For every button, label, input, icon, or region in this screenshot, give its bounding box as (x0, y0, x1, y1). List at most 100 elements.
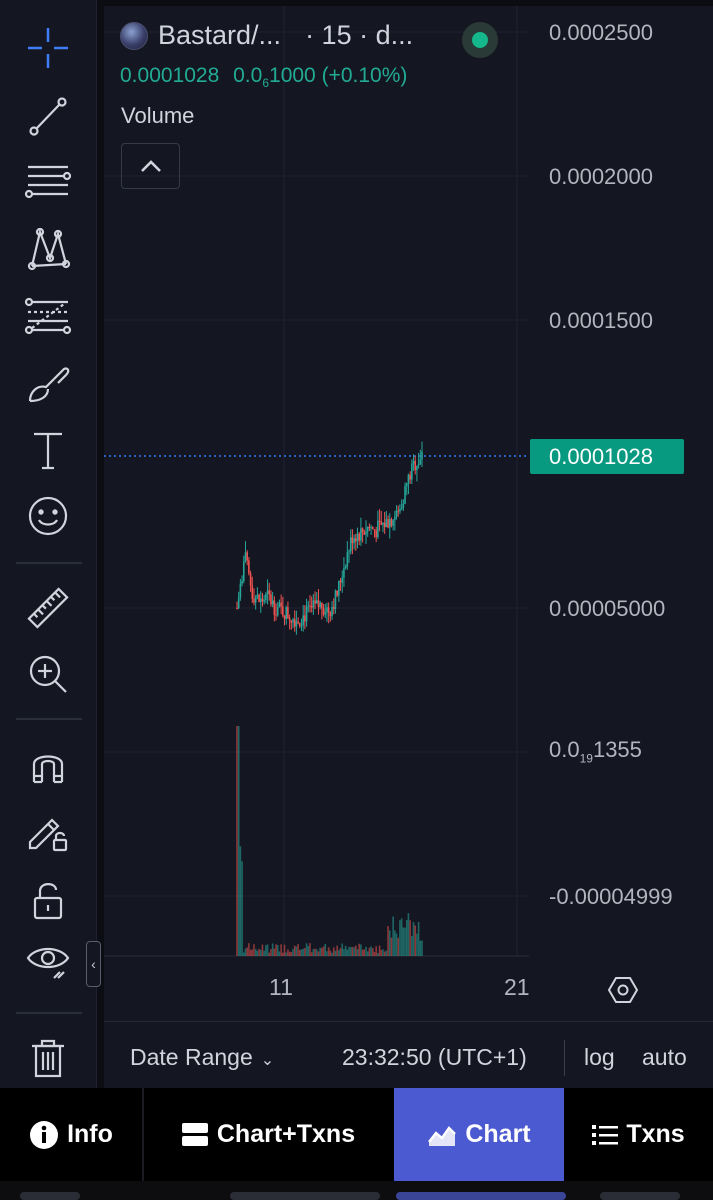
candle-body (348, 551, 350, 553)
zoom-in-icon[interactable] (22, 648, 74, 700)
last-price: 0.0001028 (120, 64, 220, 87)
volume-bar (370, 946, 372, 956)
candle-body (339, 580, 342, 583)
volume-bar (351, 946, 354, 956)
volume-bar (288, 951, 291, 956)
trash-icon[interactable] (22, 1032, 74, 1084)
volume-bar (321, 947, 323, 956)
timezone-clock[interactable]: 23:32:50 (UTC+1) (342, 1044, 527, 1071)
candle-body (237, 597, 240, 609)
log-scale-toggle[interactable]: log (584, 1044, 615, 1071)
candle-body (324, 612, 327, 615)
volume-bar (241, 861, 243, 956)
auto-scale-toggle[interactable]: auto (642, 1044, 687, 1071)
volume-bar (334, 950, 337, 956)
candle-body (276, 607, 279, 616)
lock-drawings-icon[interactable] (22, 806, 74, 858)
pattern-icon[interactable] (22, 222, 74, 274)
candle-body (336, 590, 338, 596)
volume-bar (421, 940, 423, 956)
candle-body (341, 577, 344, 583)
tab-chart-txns[interactable]: Chart+Txns (144, 1088, 392, 1181)
volume-bar (327, 947, 330, 956)
volume-bar (314, 948, 316, 956)
current-price-tag: 0.0001028 (530, 439, 684, 474)
price-tick: 0.0002000 (549, 164, 653, 189)
volume-bar (242, 952, 245, 956)
candle-body (293, 619, 296, 627)
candle-body (317, 600, 320, 607)
candle-body (265, 593, 267, 601)
candle-body (395, 510, 398, 517)
chart-legend-title[interactable]: Bastard/... · 15 · d... (120, 20, 413, 51)
chart-settings-icon[interactable] (607, 974, 639, 1006)
volume-bar (298, 949, 301, 956)
candle-body (368, 526, 371, 529)
chart-panel: Bastard/... · 15 · d... 0.0001028 0.0610… (104, 6, 713, 1088)
candle-body (242, 561, 245, 582)
tab-txns[interactable]: Txns (564, 1088, 713, 1181)
candle-body (400, 507, 403, 510)
emoji-icon[interactable] (22, 490, 74, 542)
volume-bar (324, 943, 327, 956)
candle-body (302, 615, 304, 626)
volume-bar (394, 930, 396, 956)
candle-body (261, 598, 264, 602)
volume-bar (402, 927, 405, 956)
horizontal-lines-icon[interactable] (22, 155, 74, 207)
pair-label: Bastard/... (158, 20, 282, 50)
volume-bar (361, 949, 364, 956)
volume-bar (312, 949, 315, 956)
candle-body (394, 516, 396, 521)
volume-bar (329, 950, 332, 956)
candle-body (338, 580, 340, 596)
candle-body (399, 509, 401, 512)
list-icon (592, 1124, 619, 1145)
unlock-icon[interactable] (22, 874, 74, 926)
visibility-icon[interactable] (22, 934, 74, 986)
volume-bar (315, 949, 318, 956)
volume-bar (332, 947, 335, 956)
volume-bar (256, 950, 259, 956)
token-avatar (120, 21, 148, 50)
candle-body (378, 520, 381, 522)
candle-body (371, 527, 374, 530)
tab-chart[interactable]: Chart (394, 1088, 564, 1181)
volume-bar (383, 951, 386, 956)
ruler-icon[interactable] (22, 582, 74, 634)
brush-icon[interactable] (22, 357, 74, 409)
fib-retracement-icon[interactable] (22, 290, 74, 342)
volume-bar (295, 946, 298, 956)
magnet-icon[interactable] (22, 740, 74, 792)
bottom-tabs: Info Chart+Txns Chart Txns (0, 1088, 713, 1181)
tab-info[interactable]: Info (0, 1088, 142, 1181)
candle-body (263, 600, 265, 602)
candle-body (373, 529, 376, 531)
candle-body (382, 522, 384, 525)
candle-body (287, 607, 289, 619)
trend-line-icon[interactable] (22, 90, 74, 142)
text-tool-icon[interactable] (22, 424, 74, 476)
volume-bars (236, 726, 423, 956)
candle-body (383, 522, 386, 528)
crosshair-icon[interactable] (22, 22, 74, 74)
candle-body (407, 474, 410, 483)
candle-body (380, 521, 383, 525)
volume-bar (399, 920, 401, 956)
candle-body (300, 625, 303, 627)
candle-body (258, 594, 260, 602)
candle-body (244, 552, 247, 562)
candle-body (411, 464, 413, 480)
volume-bar (416, 933, 418, 956)
candle-body (331, 606, 333, 617)
volume-bar (283, 944, 286, 956)
volume-bar (287, 949, 289, 956)
volume-bar (371, 948, 374, 956)
date-range-button[interactable]: Date Range ⌄ (130, 1044, 274, 1071)
toolbar-collapse-handle[interactable]: ‹ (86, 941, 101, 987)
candle-body (259, 598, 262, 602)
candle-body (288, 618, 291, 621)
candle-body (282, 606, 284, 616)
candle-body (292, 619, 294, 623)
collapse-legend-button[interactable] (121, 143, 180, 189)
